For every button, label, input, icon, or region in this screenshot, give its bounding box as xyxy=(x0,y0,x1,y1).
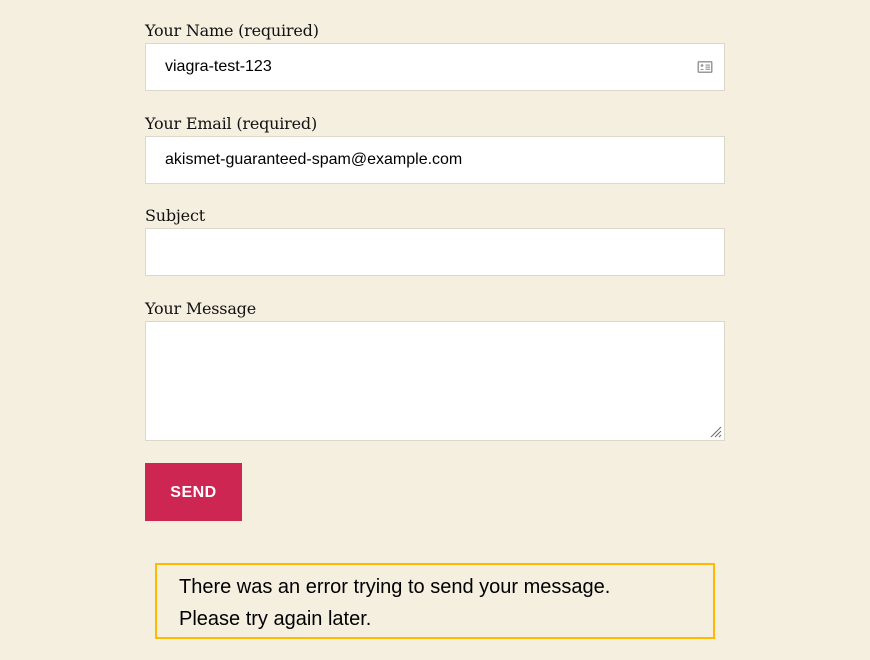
name-field-value: viagra-test-123 xyxy=(165,58,272,75)
name-label: Your Name (required) xyxy=(145,21,319,40)
email-field[interactable]: akismet-guaranteed-spam@example.com xyxy=(145,136,725,184)
error-message-line-1: There was an error trying to send your m… xyxy=(179,576,611,598)
error-message-box: There was an error trying to send your m… xyxy=(155,563,715,639)
email-field-value: akismet-guaranteed-spam@example.com xyxy=(165,151,463,168)
send-button[interactable]: SEND xyxy=(145,463,242,521)
subject-field[interactable] xyxy=(145,228,725,276)
contact-card-icon[interactable] xyxy=(697,59,713,75)
subject-label: Subject xyxy=(145,206,205,225)
message-field[interactable] xyxy=(145,321,725,441)
resize-handle-icon[interactable] xyxy=(710,426,722,438)
error-message-line-2: Please try again later. xyxy=(179,608,372,630)
email-label: Your Email (required) xyxy=(145,114,317,133)
message-label: Your Message xyxy=(145,299,256,318)
name-field[interactable]: viagra-test-123 xyxy=(145,43,725,91)
